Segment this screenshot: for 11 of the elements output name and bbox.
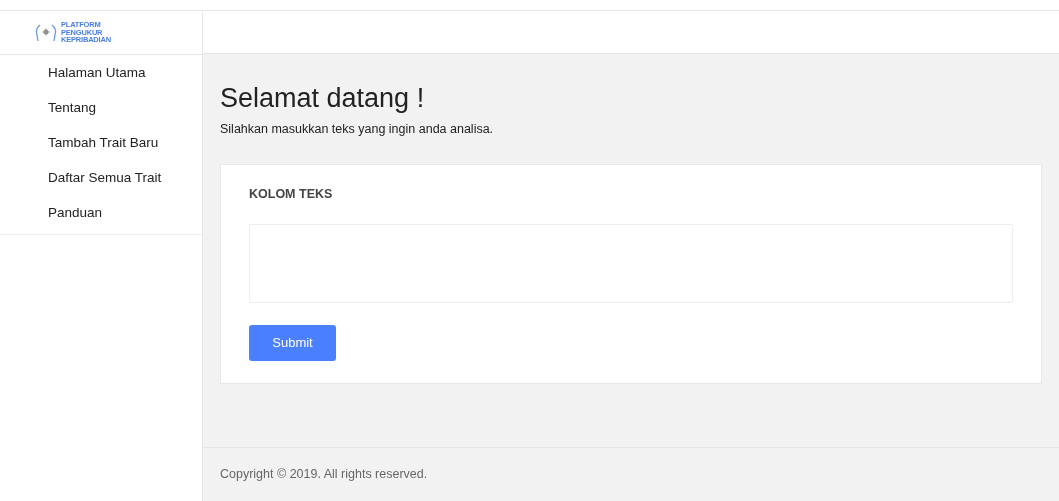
- sidebar-item[interactable]: Tentang: [14, 90, 202, 125]
- sidebar-item[interactable]: Panduan: [14, 195, 202, 230]
- submit-button[interactable]: Submit: [249, 324, 336, 361]
- field-label: KOLOM TEKS: [249, 186, 334, 204]
- sidebar-item[interactable]: Halaman Utama: [14, 55, 202, 90]
- sidebar-item[interactable]: Daftar Semua Trait: [14, 160, 202, 195]
- page-subtitle: Silahkan masukkan teks yang ingin anda analisa.: [220, 121, 495, 139]
- page-title: Selamat datang !: [220, 82, 426, 115]
- logo-icon: [34, 22, 58, 43]
- copyright-text: Copyright © 2019. All rights reserved.: [220, 466, 428, 484]
- sidebar-item[interactable]: Tambah Trait Baru: [14, 125, 202, 160]
